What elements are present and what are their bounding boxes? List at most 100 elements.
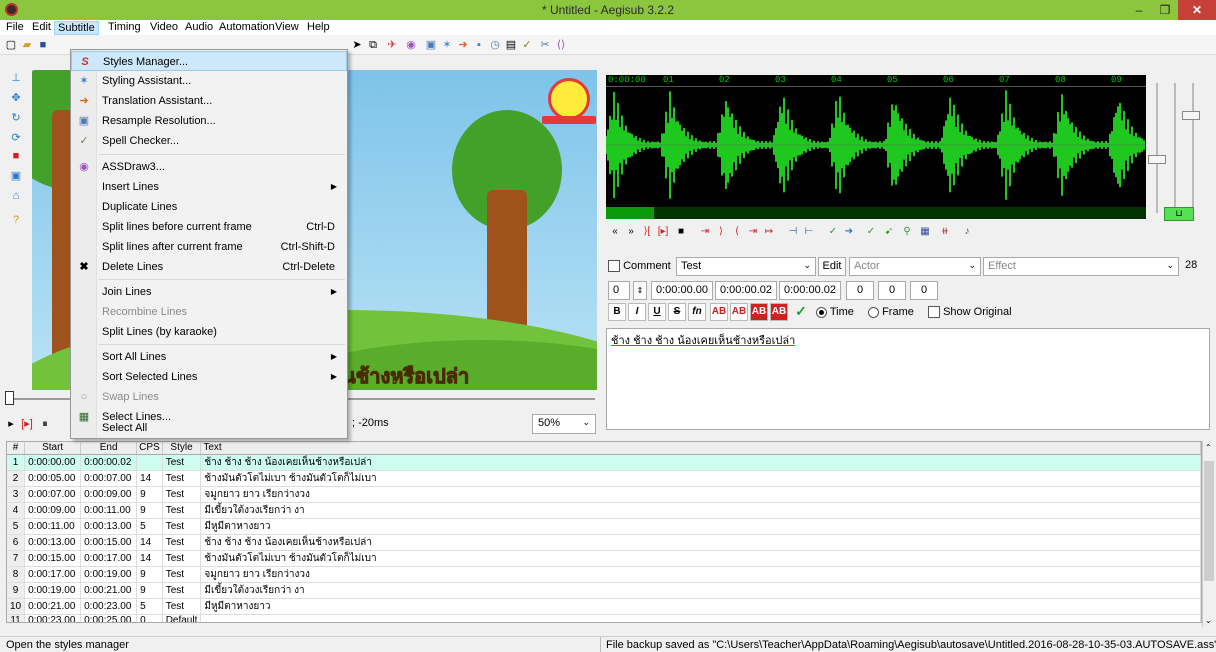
margin-vertical-field[interactable]: 0: [910, 281, 938, 300]
clock-icon[interactable]: ◷: [488, 38, 502, 52]
grid-header-start[interactable]: Start: [24, 442, 82, 455]
open-file-icon[interactable]: ▰: [20, 38, 34, 52]
layer-field[interactable]: 0: [608, 281, 630, 300]
frame-radio[interactable]: Frame: [868, 306, 914, 318]
underline-button[interactable]: U: [648, 303, 666, 321]
menu-view[interactable]: View: [272, 21, 302, 35]
comment-checkbox[interactable]: Comment: [608, 260, 671, 273]
styling-toolbar-icon[interactable]: ✶: [440, 38, 454, 52]
table-row[interactable]: 7 0:00:15.00 0:00:17.00 14 Test ช้างมันต…: [7, 550, 1201, 567]
auto-scroll-icon[interactable]: ⚲: [900, 225, 914, 239]
play-after-icon[interactable]: ⇥: [746, 225, 760, 239]
menu-item-recombine-lines[interactable]: Recombine Lines: [71, 302, 347, 322]
menu-item-swap-lines[interactable]: ○ Swap Lines: [71, 387, 347, 407]
strikeout-button[interactable]: S: [668, 303, 686, 321]
spellcheck-toolbar-icon[interactable]: ✓: [520, 38, 534, 52]
menu-edit[interactable]: Edit: [29, 21, 54, 35]
menu-item-resample-resolution[interactable]: ▣ Resample Resolution...: [71, 111, 347, 131]
time-radio-circle[interactable]: [816, 306, 827, 318]
commit-icon[interactable]: ✓: [826, 225, 840, 239]
table-row[interactable]: 11 0:00:23.00 0:00:25.00 0 Default: [7, 614, 1201, 622]
tools-icon[interactable]: ✂: [538, 38, 552, 52]
layer-spin-button[interactable]: ⇕: [633, 281, 647, 300]
menu-timing[interactable]: Timing: [105, 21, 144, 35]
automation-icon[interactable]: ⟨⟩: [554, 38, 568, 52]
karaoke-icon[interactable]: ♪: [960, 225, 974, 239]
bold-button[interactable]: B: [608, 303, 626, 321]
edit-style-button[interactable]: Edit: [818, 257, 846, 276]
table-row[interactable]: 2 0:00:05.00 0:00:07.00 14 Test ช้างมันต…: [7, 470, 1201, 487]
leadin-icon[interactable]: ⊣: [786, 225, 800, 239]
leadout-icon[interactable]: ⊢: [802, 225, 816, 239]
play-to-end-icon[interactable]: ↦: [762, 225, 776, 239]
menu-item-translation-assistant[interactable]: ➜ Translation Assistant...: [71, 91, 347, 111]
table-row[interactable]: 9 0:00:19.00 0:00:21.00 9 Test มีเขี้ยวใ…: [7, 582, 1201, 599]
table-row[interactable]: 8 0:00:17.00 0:00:19.00 9 Test จมูกยาว ย…: [7, 566, 1201, 583]
play-before-end-icon[interactable]: ⟨: [730, 225, 744, 239]
play-before-icon[interactable]: ⇥: [698, 225, 712, 239]
table-row[interactable]: 10 0:00:21.00 0:00:23.00 5 Test มีหูมีตา…: [7, 598, 1201, 615]
end-time-field[interactable]: 0:00:00.02: [715, 281, 777, 300]
translation-toolbar-icon[interactable]: ➜: [456, 38, 470, 52]
table-row[interactable]: 3 0:00:07.00 0:00:09.00 9 Test จมูกยาว ย…: [7, 486, 1201, 503]
grid-header-cps[interactable]: CPS: [136, 442, 163, 455]
primary-color-button[interactable]: AB: [710, 303, 728, 321]
time-radio[interactable]: Time: [816, 306, 854, 318]
play-icon[interactable]: ▸: [4, 417, 18, 431]
stop-icon[interactable]: ■: [674, 225, 688, 239]
play-selection-icon[interactable]: ⟩[: [640, 225, 654, 239]
menu-item-styles-manager[interactable]: S Styles Manager...: [71, 51, 347, 71]
menu-item-split-after[interactable]: Split lines after current frame Ctrl-Shi…: [71, 237, 347, 257]
audio-karaoke-toggle[interactable]: ⊔: [1164, 207, 1194, 221]
pause-icon[interactable]: ⏸: [38, 417, 52, 431]
timing-icon[interactable]: ✈: [385, 38, 399, 52]
play-after-start-icon[interactable]: ⟩: [714, 225, 728, 239]
split-icon[interactable]: ⧺: [938, 225, 952, 239]
menu-item-split-karaoke[interactable]: Split Lines (by karaoke): [71, 322, 347, 342]
menu-audio[interactable]: Audio: [182, 21, 216, 35]
auto-next-icon[interactable]: ➹: [882, 225, 896, 239]
play-current-icon[interactable]: [▸]: [656, 225, 670, 239]
auto-commit-icon[interactable]: ✓: [864, 225, 878, 239]
help-tool-icon[interactable]: ?: [8, 212, 24, 228]
table-row[interactable]: 4 0:00:09.00 0:00:11.00 9 Test มีเขี้ยวใ…: [7, 502, 1201, 519]
minimize-button[interactable]: –: [1126, 0, 1152, 20]
menu-item-insert-lines[interactable]: Insert Lines ▶: [71, 177, 347, 197]
zoom-slider-thumb[interactable]: [1148, 155, 1166, 164]
menu-item-sort-all[interactable]: Sort All Lines ▶: [71, 347, 347, 367]
margin-left-field[interactable]: 0: [846, 281, 874, 300]
start-time-field[interactable]: 0:00:00.00: [651, 281, 713, 300]
scroll-down-icon[interactable]: ⌄: [1205, 616, 1212, 625]
style-select[interactable]: Test ⌄: [676, 257, 816, 276]
rotate-z-tool-icon[interactable]: ↻: [8, 110, 24, 126]
volume-slider[interactable]: [1174, 83, 1176, 213]
grid-header-text[interactable]: Text: [200, 442, 1201, 455]
toolbar-arrow-icon[interactable]: ➤: [350, 38, 364, 52]
grid-header-style[interactable]: Style: [162, 442, 202, 455]
shadow-color-button[interactable]: AB: [770, 303, 788, 321]
new-file-icon[interactable]: ▢: [4, 38, 18, 52]
zoom-select[interactable]: 50% ⌄: [532, 414, 596, 434]
menu-video[interactable]: Video: [147, 21, 181, 35]
grid-header-number[interactable]: #: [7, 442, 26, 455]
menu-item-duplicate-lines[interactable]: Duplicate Lines: [71, 197, 347, 217]
effect-combo[interactable]: Effect ⌄: [983, 257, 1179, 276]
prev-line-icon[interactable]: «: [608, 225, 622, 239]
menu-automation[interactable]: Automation: [216, 21, 278, 35]
commit-button[interactable]: ✓: [792, 303, 810, 321]
grid-header-end[interactable]: End: [80, 442, 138, 455]
assdraw-toolbar-icon[interactable]: ◉: [404, 38, 418, 52]
close-button[interactable]: ✕: [1178, 0, 1216, 20]
drag-tool-icon[interactable]: ✥: [8, 90, 24, 106]
margin-right-field[interactable]: 0: [878, 281, 906, 300]
menu-item-join-lines[interactable]: Join Lines ▶: [71, 282, 347, 302]
menu-item-assdraw[interactable]: ◉ ASSDraw3...: [71, 157, 347, 177]
italic-button[interactable]: I: [628, 303, 646, 321]
menu-help[interactable]: Help: [304, 21, 333, 35]
scroll-up-icon[interactable]: ⌃: [1205, 443, 1212, 452]
volume-slider-2[interactable]: [1192, 83, 1194, 213]
zoom-slider[interactable]: [1156, 83, 1158, 213]
font-button[interactable]: fn: [688, 303, 706, 321]
properties-icon[interactable]: ▪: [472, 38, 486, 52]
rotate-xy-tool-icon[interactable]: ⟳: [8, 130, 24, 146]
